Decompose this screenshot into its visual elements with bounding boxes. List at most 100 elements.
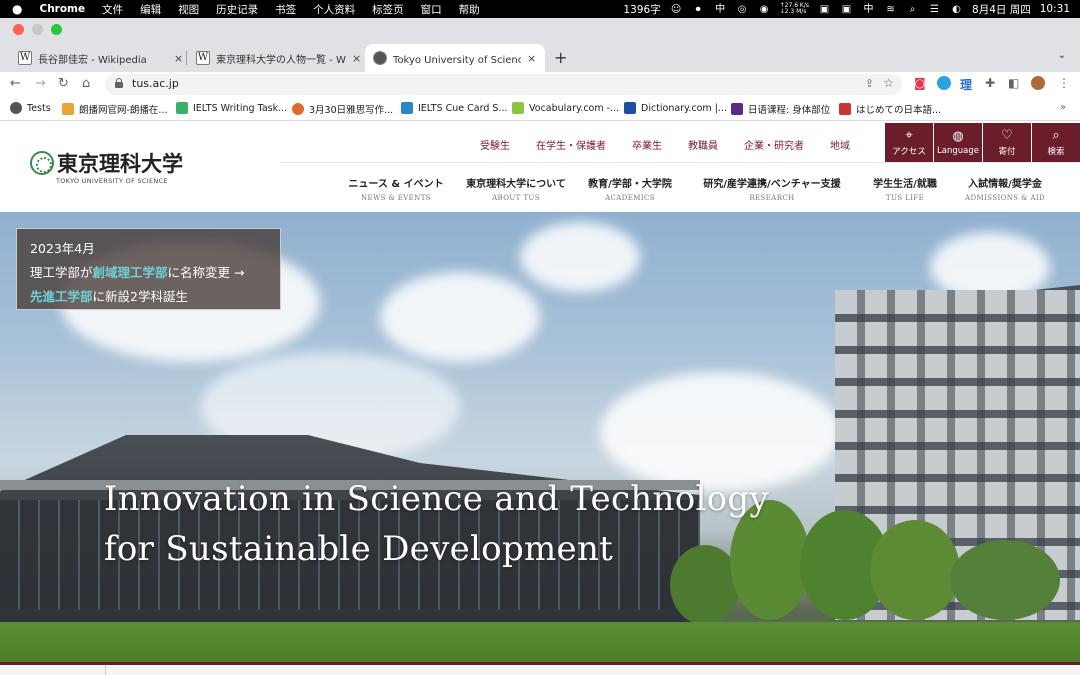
tab-search-chevron-icon[interactable]: ⌄ [1058, 50, 1066, 61]
pocket-extension-icon[interactable]: ◙ [914, 76, 926, 90]
nav-news-events[interactable]: ニュース & イベント NEWS & EVENTS [340, 175, 452, 202]
network-app-icon[interactable]: ◉ [758, 4, 771, 15]
nav-academics[interactable]: 教育/学部・大学院 ACADEMICS [580, 175, 680, 202]
menu-view[interactable]: 视图 [178, 2, 199, 17]
telegram-extension-icon[interactable] [937, 76, 951, 90]
bookmark-item[interactable]: はじめての日本語... [839, 102, 941, 116]
nav-label-jp: ニュース & イベント [348, 179, 444, 190]
bookmark-item[interactable]: IELTS Cue Card S... [401, 102, 508, 114]
nav-label-en: NEWS & EVENTS [361, 194, 431, 202]
button-label: 検索 [1047, 146, 1065, 157]
wifi-icon[interactable]: ≋ [884, 4, 897, 15]
input-method-icon[interactable]: 中 [714, 4, 727, 15]
menu-file[interactable]: 文件 [102, 2, 123, 17]
nav-label-en: ABOUT TUS [492, 194, 540, 202]
bookmarks-overflow-icon[interactable]: » [1060, 102, 1066, 113]
menu-window[interactable]: 窗口 [421, 2, 442, 17]
bookmark-item[interactable]: Vocabulary.com -... [512, 102, 619, 114]
nav-about-tus[interactable]: 東京理科大学について ABOUT TUS [452, 175, 580, 202]
reload-icon[interactable]: ↻ [58, 76, 69, 91]
ri-extension-icon[interactable]: 理 [960, 76, 972, 93]
tab-tus-homepage[interactable]: ● Tokyo University of Science | 東京理科大学 × [365, 44, 545, 72]
bookmark-item[interactable]: Dictionary.com |... [624, 102, 727, 114]
tab-tus-people-wikipedia[interactable]: W 東京理科大学の人物一覧 - Wikipedia × [186, 44, 364, 72]
bookmark-label: Tests [27, 102, 51, 114]
nav-community[interactable]: 地域 [830, 137, 850, 152]
word-count: 1396字 [623, 3, 661, 16]
bookmark-label: Vocabulary.com -... [529, 102, 620, 114]
new-tab-button[interactable]: + [554, 48, 567, 67]
wechat-icon[interactable]: ◎ [736, 4, 749, 15]
menu-help[interactable]: 帮助 [459, 2, 480, 17]
home-icon[interactable]: ⌂ [82, 76, 90, 91]
menu-profile[interactable]: 个人资料 [313, 2, 355, 17]
tab-hasebe-wikipedia[interactable]: W 長谷部佳宏 - Wikipedia × [8, 44, 187, 72]
news-line-2: 先進工学部に新設2学科誕生 [30, 285, 267, 309]
nav-admissions[interactable]: 入試情報/奨学金 ADMISSIONS & AID [946, 175, 1064, 202]
bookmark-item[interactable]: 日语课程: 身体部位 [731, 102, 830, 116]
apple-menu-icon[interactable]: ● [12, 2, 22, 16]
nav-alumni[interactable]: 卒業生 [632, 137, 662, 152]
bookmark-item[interactable]: IELTS Writing Task... [176, 102, 287, 114]
lh-favicon-icon [731, 103, 743, 115]
share-icon[interactable]: ⇪ [865, 77, 874, 90]
news-banner[interactable]: 2023年4月 理工学部が創域理工学部に名称変更 → 先進工学部に新設2学科誕生 [16, 228, 281, 310]
tus-favicon-icon: ● [373, 51, 387, 65]
chrome-menu-icon[interactable]: ⋮ [1058, 76, 1070, 90]
menu-edit[interactable]: 编辑 [140, 2, 161, 17]
bookmark-star-icon[interactable]: ☆ [883, 76, 894, 90]
bookmark-item[interactable]: Tests [10, 102, 51, 114]
news-highlight: 先進工学部 [30, 289, 93, 304]
nav-faculty-staff[interactable]: 教職員 [688, 137, 718, 152]
extensions-puzzle-icon[interactable]: ✚ [985, 76, 995, 90]
bookmark-item[interactable]: 3月30日雅思写作... [292, 102, 393, 116]
nav-companies-researchers[interactable]: 企業・研究者 [744, 137, 804, 152]
nav-research[interactable]: 研究/産学連携/ベンチャー支援 RESEARCH [680, 175, 864, 202]
zoom-window-button[interactable] [51, 24, 62, 35]
app-menu-chrome[interactable]: Chrome [39, 3, 85, 15]
menu-bookmarks[interactable]: 书签 [275, 2, 296, 17]
tab-title: 東京理科大学の人物一覧 - Wikipedia [216, 54, 346, 66]
button-label: アクセス [892, 146, 926, 157]
address-bar[interactable]: tus.ac.jp ⇪ ☆ [105, 74, 902, 95]
bookmark-label: Dictionary.com |... [641, 102, 727, 114]
profile-avatar[interactable] [1031, 76, 1045, 90]
bookmark-item[interactable]: 朗播网官网-朗播在... [62, 102, 168, 116]
menu-history[interactable]: 历史记录 [216, 2, 258, 17]
bookmark-label: IELTS Cue Card S... [418, 102, 508, 114]
nav-tus-life[interactable]: 学生生活/就職 TUS LIFE [864, 175, 946, 202]
ielts-favicon-icon [176, 102, 188, 114]
control-center-icon[interactable]: ☰ [928, 4, 941, 15]
language-button[interactable]: ◍ Language [934, 123, 982, 162]
close-tab-icon[interactable]: × [352, 52, 361, 65]
siri-icon[interactable]: ◐ [950, 4, 963, 15]
side-panel-icon[interactable]: ◧ [1008, 76, 1019, 90]
tab-title: 長谷部佳宏 - Wikipedia [38, 54, 147, 66]
donate-button[interactable]: ♡ 寄付 [983, 123, 1031, 162]
tab-title: Tokyo University of Science | 東京理科大学 [393, 54, 521, 66]
tus-logo[interactable]: 東京理科大学 [30, 148, 183, 178]
url-text[interactable]: tus.ac.jp [132, 77, 179, 90]
nihongo-favicon-icon [839, 103, 851, 115]
menu-tabs[interactable]: 标签页 [372, 2, 404, 17]
nav-prospective-students[interactable]: 受験生 [480, 137, 510, 152]
spotlight-search-icon[interactable]: ⌕ [906, 4, 919, 15]
forward-arrow-icon[interactable]: → [35, 76, 46, 91]
s-app-icon[interactable]: ▣ [840, 4, 853, 15]
minimize-window-button[interactable] [32, 24, 43, 35]
bookmark-label: 朗播网官网-朗播在... [79, 105, 168, 116]
microphone-icon[interactable]: ⏺ [692, 4, 705, 15]
face-icon[interactable]: ☺ [670, 4, 683, 15]
search-button[interactable]: ⌕ 検索 [1032, 123, 1080, 162]
close-tab-icon[interactable]: × [174, 52, 183, 65]
lock-icon[interactable] [115, 78, 123, 88]
access-button[interactable]: ⌖ アクセス [885, 123, 933, 162]
ime-status-icon[interactable]: 中 [862, 4, 875, 15]
news-text: に名称変更 → [167, 265, 245, 280]
wps-icon[interactable]: ▣ [818, 4, 831, 15]
back-arrow-icon[interactable]: ← [10, 76, 21, 91]
close-tab-icon[interactable]: × [527, 52, 536, 65]
close-window-button[interactable] [13, 24, 24, 35]
macos-menubar: ● Chrome 文件 编辑 视图 历史记录 书签 个人资料 标签页 窗口 帮助… [0, 0, 1080, 18]
nav-students-parents[interactable]: 在学生・保護者 [536, 137, 606, 152]
